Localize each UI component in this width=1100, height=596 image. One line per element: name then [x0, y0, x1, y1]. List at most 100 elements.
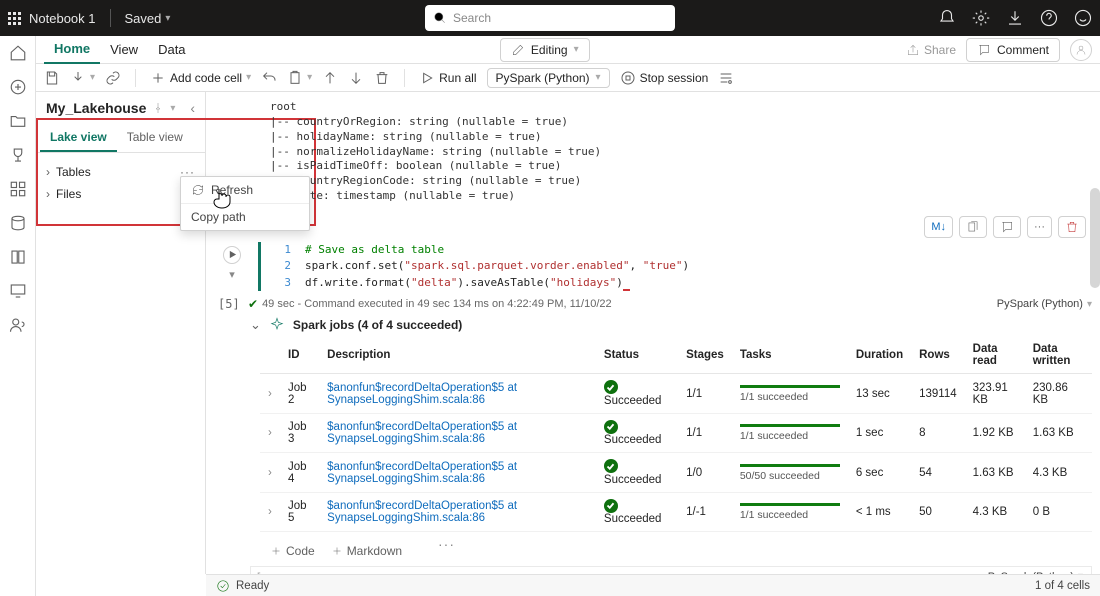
collapse-panel-button[interactable]: ‹ [190, 100, 195, 116]
col-desc[interactable]: Description [319, 337, 596, 374]
code-cell[interactable]: 1# Save as delta table 2spark.conf.set("… [269, 242, 1092, 292]
expand-row-icon[interactable]: › [260, 453, 280, 493]
menu-copy-path[interactable]: Copy path [181, 204, 309, 230]
col-stages[interactable]: Stages [678, 337, 732, 374]
col-status[interactable]: Status [596, 337, 678, 374]
clipboard-icon[interactable]: ▾ [287, 70, 312, 86]
download-icon[interactable] [1006, 9, 1024, 27]
editing-dropdown[interactable]: Editing ▾ [500, 38, 590, 62]
help-icon[interactable] [1040, 9, 1058, 27]
undo-icon[interactable] [261, 70, 277, 86]
delete-cell-icon[interactable] [1058, 216, 1086, 238]
job-description-link[interactable]: $anonfun$recordDeltaOperation$5 at Synap… [319, 374, 596, 414]
expand-row-icon[interactable]: › [260, 413, 280, 453]
col-duration[interactable]: Duration [848, 337, 911, 374]
settings-list-icon[interactable] [718, 70, 734, 86]
more-output-icon[interactable]: ··· [438, 536, 455, 552]
cell-count: 1 of 4 cells [1035, 580, 1090, 592]
search-box[interactable]: Search [425, 5, 675, 31]
stop-session-button[interactable]: Stop session [620, 70, 709, 86]
table-row: › Job 2 $anonfun$recordDeltaOperation$5 … [260, 374, 1092, 414]
comment-button[interactable]: Comment [966, 38, 1060, 62]
schema-output: root |-- countryOrRegion: string (nullab… [214, 92, 1092, 216]
col-written[interactable]: Data written [1025, 337, 1092, 374]
add-code-cell-button[interactable]: Add code cell ▾ [150, 70, 251, 86]
job-description-link[interactable]: $anonfun$recordDeltaOperation$5 at Synap… [319, 453, 596, 493]
arrow-down-icon[interactable] [348, 70, 364, 86]
markdown-label: M↓ [931, 221, 946, 233]
job-id: Job 5 [280, 492, 319, 532]
add-circle-icon[interactable] [9, 78, 27, 96]
chevron-down-icon[interactable]: ▾ [229, 268, 235, 281]
expand-row-icon[interactable]: › [260, 374, 280, 414]
trophy-icon[interactable] [9, 146, 27, 164]
job-status: Succeeded [596, 453, 678, 493]
exec-count: [5] [218, 297, 248, 311]
waffle-icon[interactable] [8, 12, 21, 25]
files-label: Files [56, 187, 81, 201]
apps-icon[interactable] [9, 180, 27, 198]
comment-cell-icon[interactable] [993, 216, 1021, 238]
add-markdown-button[interactable]: Markdown [331, 544, 402, 558]
scrollbar[interactable] [1090, 188, 1100, 288]
col-rows[interactable]: Rows [911, 337, 965, 374]
database-icon[interactable] [9, 214, 27, 232]
job-read: 1.63 KB [965, 453, 1025, 493]
cell-language-selector[interactable]: PySpark (Python)▾ [997, 298, 1092, 310]
share-button[interactable]: Share [906, 43, 956, 57]
add-code-button[interactable]: Code [270, 544, 315, 558]
job-tasks: 50/50 succeeded [732, 453, 848, 493]
tree-files[interactable]: › Files [42, 183, 199, 205]
job-description-link[interactable]: $anonfun$recordDeltaOperation$5 at Synap… [319, 413, 596, 453]
book-icon[interactable] [9, 248, 27, 266]
empty-cell[interactable]: [ ] 1 PySpark (Python) ▾ Press shift + e… [250, 566, 1092, 574]
arrow-up-icon[interactable] [322, 70, 338, 86]
folder-icon[interactable] [9, 112, 27, 130]
collapse-jobs-icon[interactable]: ⌄ [250, 317, 261, 333]
run-cell-button[interactable] [223, 246, 241, 264]
divider [110, 9, 111, 27]
expand-row-icon[interactable]: › [260, 492, 280, 532]
bell-icon[interactable] [938, 9, 956, 27]
schema-line: |-- holidayName: string (nullable = true… [270, 130, 1086, 145]
job-id: Job 3 [280, 413, 319, 453]
notebook-title[interactable]: Notebook 1 [29, 11, 96, 26]
tab-home[interactable]: Home [44, 36, 100, 64]
save-state-dropdown[interactable]: Saved ▾ [125, 11, 171, 26]
pin-icon[interactable] [152, 102, 164, 114]
tab-lake-view[interactable]: Lake view [40, 124, 117, 152]
toolbar: ▾ Add code cell ▾ ▾ Run all PySpark (Pyt… [36, 64, 1100, 92]
more-cell-icon[interactable]: ··· [1027, 216, 1052, 238]
col-id[interactable]: ID [280, 337, 319, 374]
gear-icon[interactable] [972, 9, 990, 27]
delete-icon[interactable] [374, 70, 390, 86]
job-stages: 1/0 [678, 453, 732, 493]
comment-label: Comment [997, 43, 1049, 57]
job-stages: 1/1 [678, 374, 732, 414]
markdown-toggle[interactable]: M↓ [924, 216, 953, 238]
smile-icon[interactable] [1074, 9, 1092, 27]
tab-table-view[interactable]: Table view [117, 124, 193, 152]
avatar[interactable] [1070, 39, 1092, 61]
tab-view[interactable]: View [100, 36, 148, 64]
menu-refresh[interactable]: Refresh [181, 177, 309, 203]
people-icon[interactable] [9, 316, 27, 334]
tab-data[interactable]: Data [148, 36, 195, 64]
home-icon[interactable] [9, 44, 27, 62]
col-tasks[interactable]: Tasks [732, 337, 848, 374]
language-select[interactable]: PySpark (Python) ▾ [487, 68, 610, 88]
tree-tables[interactable]: › Tables ··· [42, 161, 199, 183]
job-id: Job 4 [280, 453, 319, 493]
save-icon[interactable] [44, 70, 60, 86]
job-description-link[interactable]: $anonfun$recordDeltaOperation$5 at Synap… [319, 492, 596, 532]
job-duration: 6 sec [848, 453, 911, 493]
monitor-icon[interactable] [9, 282, 27, 300]
job-tasks: 1/1 succeeded [732, 374, 848, 414]
copy-cell-icon[interactable] [959, 216, 987, 238]
run-all-button[interactable]: Run all [419, 70, 476, 86]
job-duration: < 1 ms [848, 492, 911, 532]
link-icon[interactable] [105, 70, 121, 86]
col-read[interactable]: Data read [965, 337, 1025, 374]
download-icon[interactable]: ▾ [70, 70, 95, 86]
chevron-down-icon[interactable]: ▾ [170, 103, 175, 114]
